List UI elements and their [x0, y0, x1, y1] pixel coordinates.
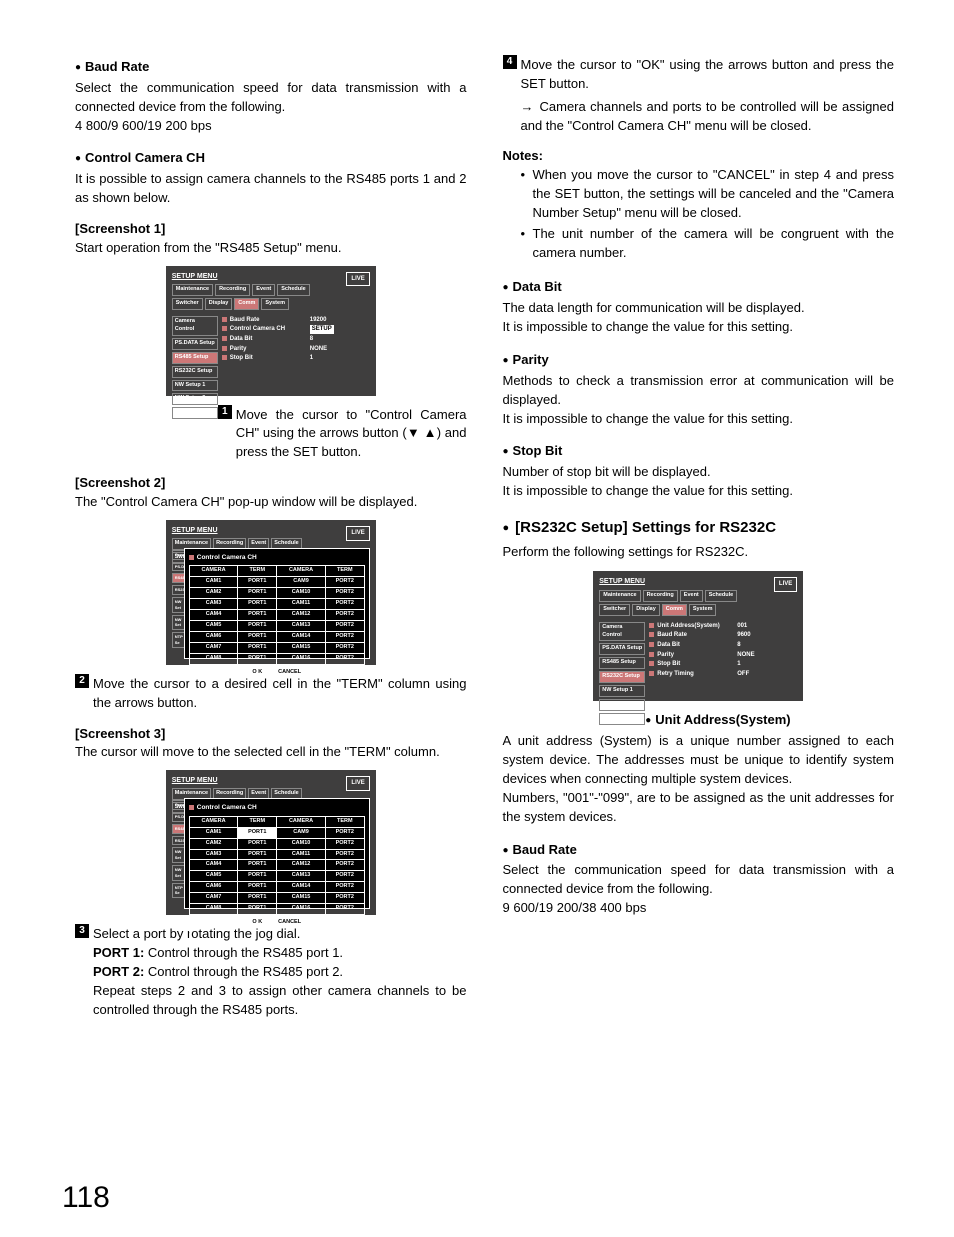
text: The "Control Camera CH" pop-up window wi… — [75, 493, 467, 512]
note-1: •When you move the cursor to "CANCEL" in… — [521, 166, 895, 262]
popup: Control Camera CH CAMERATERMCAMERATERM C… — [184, 548, 370, 659]
notes-heading: Notes: — [503, 147, 895, 166]
step-4-result: Camera channels and ports to be controll… — [521, 98, 895, 136]
shot-title: SETUP MENU — [172, 273, 218, 280]
screenshot-1: SETUP MENU LIVE Maintenance Recording Ev… — [166, 266, 376, 396]
text: It is possible to assign camera channels… — [75, 170, 467, 208]
camera-table: CAMERATERMCAMERATERM CAM1PORT1CAM9PORT2 … — [189, 565, 365, 665]
step-4: 4 Move the cursor to "OK" using the arro… — [503, 56, 895, 94]
text: The cursor will move to the selected cel… — [75, 743, 467, 762]
text: Start operation from the "RS485 Setup" m… — [75, 239, 467, 258]
heading-parity: Parity — [503, 351, 895, 370]
sidebar: Camera Control PS.DATA Setup RS485 Setup… — [172, 316, 218, 422]
heading-unit-address: Unit Address(System) — [503, 711, 895, 730]
bottom-tabs: Switcher Display Comm System — [172, 298, 370, 310]
page-number: 118 — [62, 1176, 110, 1220]
text: Select the communication speed for data … — [75, 79, 467, 117]
label-screenshot1: [Screenshot 1] — [75, 220, 467, 239]
right-column: 4 Move the cursor to "OK" using the arro… — [503, 50, 895, 1019]
top-tabs: Maintenance Recording Event Schedule — [172, 284, 370, 296]
two-column-layout: Baud Rate Select the communication speed… — [75, 50, 894, 1019]
text: 4 800/9 600/19 200 bps — [75, 117, 467, 136]
step-3: 3 Select a port by rotating the jog dial… — [75, 925, 467, 1019]
heading-rs232c: [RS232C Setup] Settings for RS232C — [503, 517, 895, 539]
heading-baud-rate: Baud Rate — [75, 58, 467, 77]
screenshot-3: SETUP MENU LIVE MaintenanceRecordingEven… — [166, 770, 376, 915]
label-screenshot3: [Screenshot 3] — [75, 725, 467, 744]
step-num: 1 — [218, 405, 232, 419]
kv-list: Baud Rate19200 Control Camera CHSETUP Da… — [222, 316, 370, 363]
left-column: Baud Rate Select the communication speed… — [75, 50, 467, 1019]
heading-control-camera-ch: Control Camera CH — [75, 149, 467, 168]
screenshot-2: SETUP MENU LIVE MaintenanceRecordingEven… — [166, 520, 376, 665]
label-screenshot2: [Screenshot 2] — [75, 474, 467, 493]
screenshot-rs232c: SETUP MENU LIVE MaintenanceRecordingEven… — [593, 571, 803, 701]
heading-data-bit: Data Bit — [503, 278, 895, 297]
live-badge: LIVE — [346, 272, 369, 287]
heading-baud-rate-2: Baud Rate — [503, 841, 895, 860]
heading-stop-bit: Stop Bit — [503, 442, 895, 461]
step-1: 1 Move the cursor to "Control Camera CH"… — [218, 406, 467, 463]
